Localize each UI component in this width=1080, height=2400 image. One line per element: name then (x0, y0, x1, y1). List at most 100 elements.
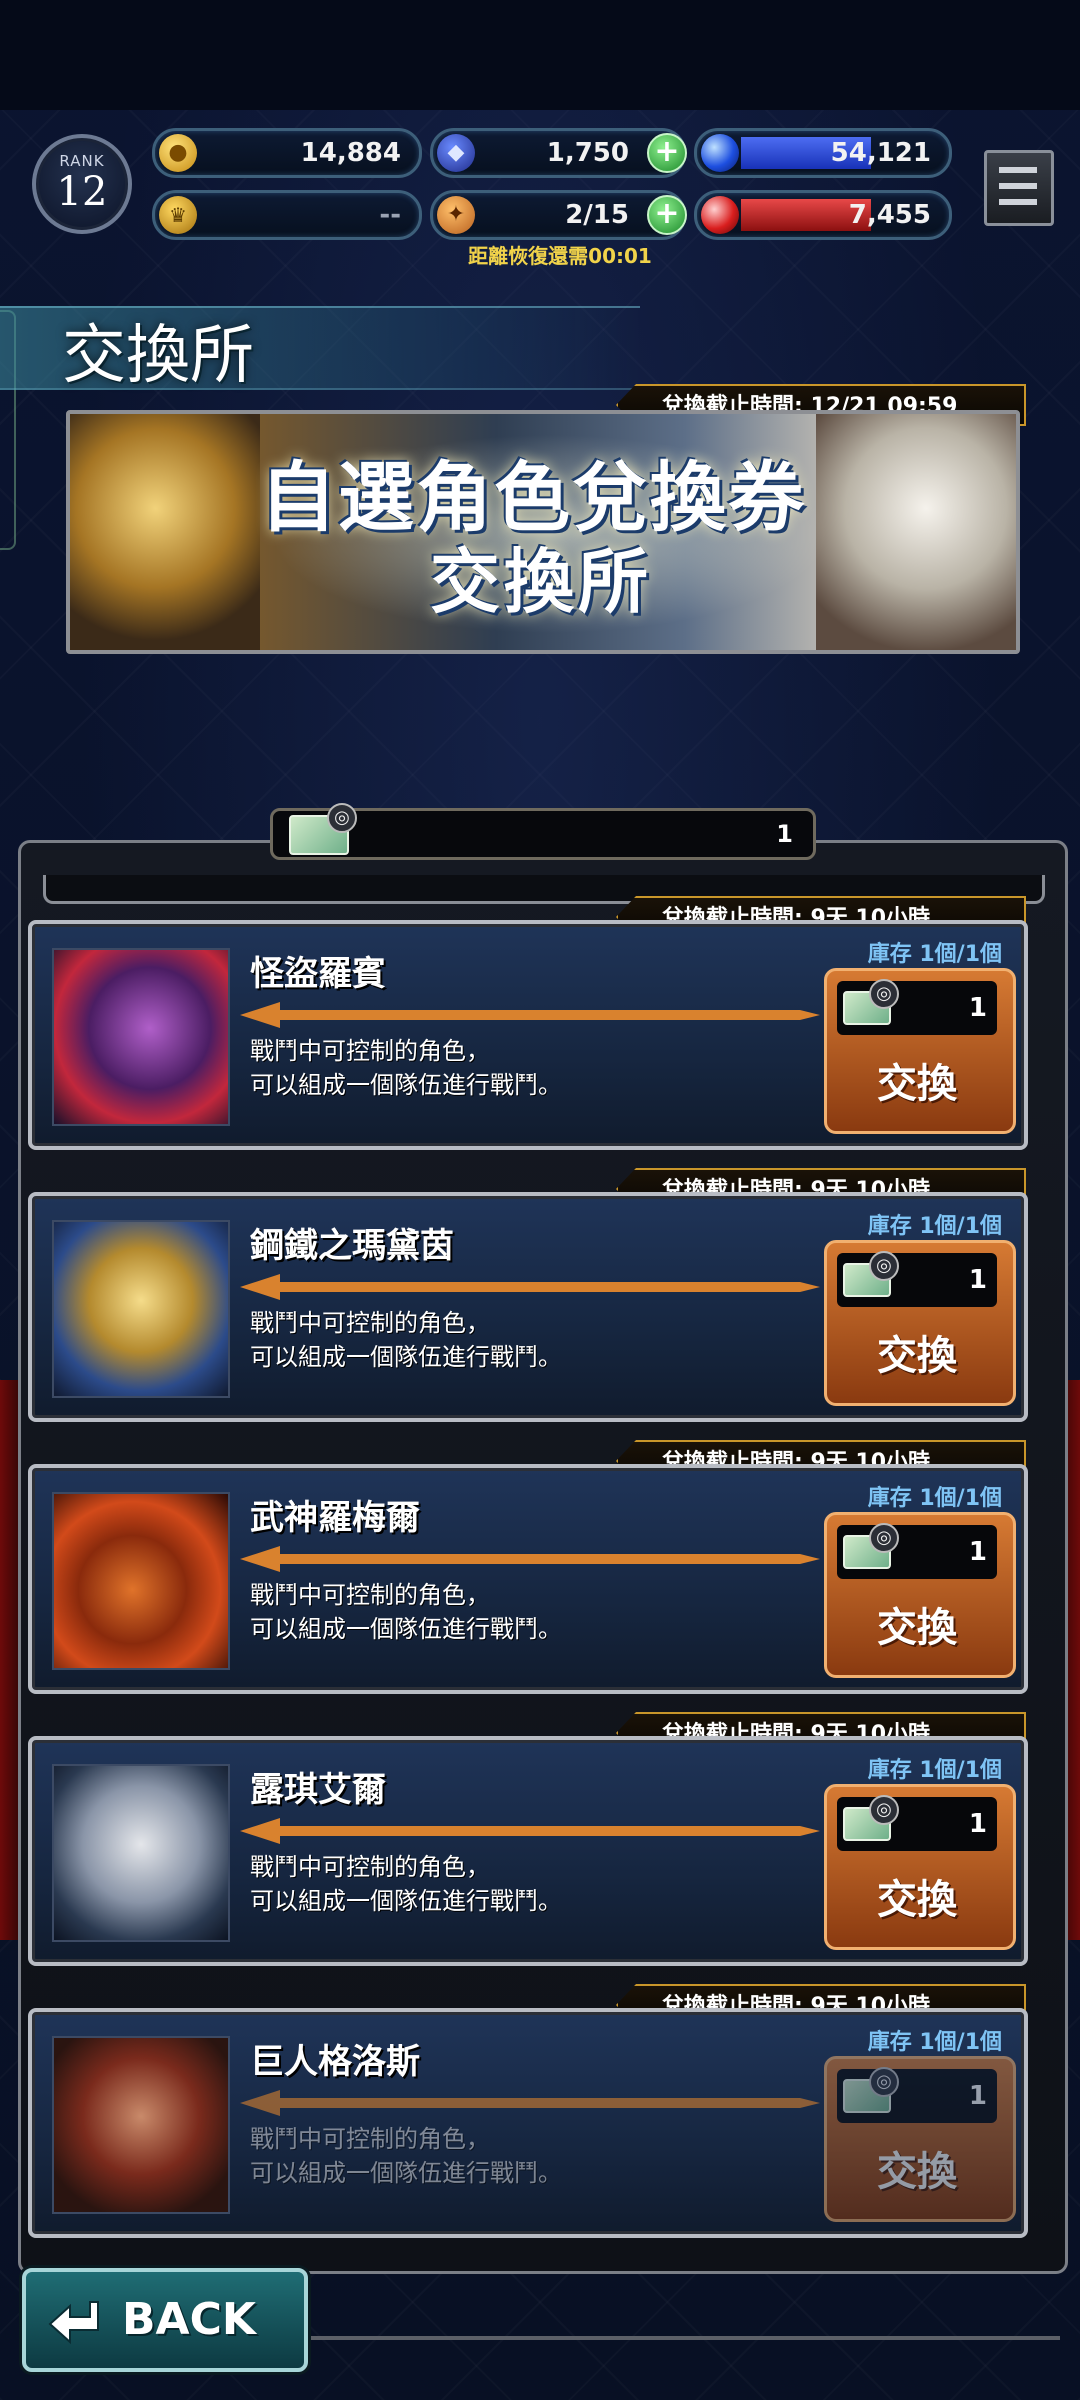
stock-text: 庫存 1個/1個 (867, 2030, 1002, 2055)
description-line: 可以組成一個隊伍進行戰鬥。 (250, 1071, 562, 1099)
back-arrow-icon (48, 2301, 99, 2345)
exchange-cost: 1 (837, 979, 997, 1035)
rank-badge: RANK 12 (32, 134, 132, 234)
description-line: 戰鬥中可控制的角色， (250, 1853, 490, 1881)
character-name: 巨人格洛斯 (250, 2042, 420, 2082)
character-description: 戰鬥中可控制的角色， 可以組成一個隊伍進行戰鬥。 (250, 1850, 562, 1918)
character-portrait[interactable] (52, 1492, 230, 1670)
blue-orb-counter: 54,121 (694, 128, 952, 178)
stock-text: 庫存 1個/1個 (867, 942, 1002, 967)
page-title: 交換所 (62, 319, 254, 393)
ticket-icon (843, 1795, 899, 1841)
exchange-item-card: 巨人格洛斯 戰鬥中可控制的角色， 可以組成一個隊伍進行戰鬥。 庫存 1個/1個 1… (28, 2008, 1028, 2238)
cost-value: 1 (968, 993, 987, 1023)
cost-value: 1 (968, 1265, 987, 1295)
banner-character-left (70, 414, 260, 650)
description-line: 可以組成一個隊伍進行戰鬥。 (250, 1887, 562, 1915)
status-bar-area (0, 0, 1080, 110)
red-orb-counter: 7,455 (694, 190, 952, 240)
cost-value: 1 (968, 1537, 987, 1567)
stamina-value: 2/15 (565, 200, 629, 230)
ticket-counter: 1 (270, 803, 816, 860)
crystal-counter: ◆ 1,750 + (430, 128, 687, 178)
exchange-button[interactable]: 1 交換 (824, 1240, 1016, 1406)
blue-orb-value: 54,121 (830, 138, 931, 168)
character-portrait[interactable] (52, 1220, 230, 1398)
gold-counter: ● 14,884 (152, 128, 422, 178)
exchange-item-card: 鋼鐵之瑪黛茵 戰鬥中可控制的角色， 可以組成一個隊伍進行戰鬥。 庫存 1個/1個 … (28, 1192, 1028, 1422)
ticket-icon (843, 979, 899, 1025)
description-line: 戰鬥中可控制的角色， (250, 1581, 490, 1609)
back-button[interactable]: BACK (22, 2268, 308, 2372)
description-line: 戰鬥中可控制的角色， (250, 2125, 490, 2153)
character-portrait[interactable] (52, 2036, 230, 2214)
exchange-button[interactable]: 1 交換 (824, 1784, 1016, 1950)
event-banner[interactable]: 自選角色兌換券 交換所 (66, 410, 1020, 654)
stamina-recover-timer: 距離恢復還需00:01 (468, 244, 652, 268)
exchange-button-label: 交換 (877, 1605, 957, 1651)
blue-orb-icon (701, 134, 739, 172)
arrow-icon (240, 2090, 820, 2116)
rank-value: 12 (56, 169, 108, 215)
stock-text: 庫存 1個/1個 (867, 1486, 1002, 1511)
add-crystal-button[interactable]: + (647, 133, 687, 173)
exchange-cost: 1 (837, 1251, 997, 1307)
character-portrait[interactable] (52, 948, 230, 1126)
character-description: 戰鬥中可控制的角色， 可以組成一個隊伍進行戰鬥。 (250, 1578, 562, 1646)
trophy-icon: ♛ (159, 196, 197, 234)
ticket-icon (843, 1523, 899, 1569)
crystal-value: 1,750 (546, 138, 629, 168)
exchange-cost: 1 (837, 1795, 997, 1851)
stock-text: 庫存 1個/1個 (867, 1214, 1002, 1239)
character-description: 戰鬥中可控制的角色， 可以組成一個隊伍進行戰鬥。 (250, 1034, 562, 1102)
exchange-item-card: 露琪艾爾 戰鬥中可控制的角色， 可以組成一個隊伍進行戰鬥。 庫存 1個/1個 1 … (28, 1736, 1028, 1966)
exchange-cost: 1 (837, 1523, 997, 1579)
banner-character-right (816, 414, 1016, 650)
ticket-icon (843, 1251, 899, 1297)
description-line: 戰鬥中可控制的角色， (250, 1037, 490, 1065)
exchange-button[interactable]: 1 交換 (824, 1512, 1016, 1678)
character-description: 戰鬥中可控制的角色， 可以組成一個隊伍進行戰鬥。 (250, 1306, 562, 1374)
red-orb-value: 7,455 (848, 200, 931, 230)
menu-icon-line (999, 199, 1037, 205)
cost-value: 1 (968, 1809, 987, 1839)
exchange-button[interactable]: 1 交換 (824, 968, 1016, 1134)
bottom-frame-line (300, 2336, 1060, 2340)
gold-value: 14,884 (300, 138, 401, 168)
exchange-button[interactable]: 1 交換 (824, 2056, 1016, 2222)
arrow-icon (240, 1818, 820, 1844)
character-name: 武神羅梅爾 (250, 1498, 420, 1538)
description-line: 可以組成一個隊伍進行戰鬥。 (250, 2159, 562, 2187)
arrow-icon (240, 1274, 820, 1300)
character-name: 鋼鐵之瑪黛茵 (250, 1226, 454, 1266)
stamina-icon: ✦ (437, 196, 475, 234)
character-name: 露琪艾爾 (250, 1770, 386, 1810)
gold-coin-icon: ● (159, 134, 197, 172)
trophy-value: -- (379, 200, 401, 230)
stamina-counter: ✦ 2/15 + (430, 190, 687, 240)
back-button-label: BACK (122, 2294, 256, 2345)
character-description: 戰鬥中可控制的角色， 可以組成一個隊伍進行戰鬥。 (250, 2122, 562, 2190)
cost-value: 1 (968, 2081, 987, 2111)
ticket-icon (289, 803, 357, 855)
description-line: 可以組成一個隊伍進行戰鬥。 (250, 1615, 562, 1643)
ticket-icon (843, 2067, 899, 2113)
menu-icon-line (999, 183, 1037, 189)
exchange-button-label: 交換 (877, 2149, 957, 2195)
add-stamina-button[interactable]: + (647, 195, 687, 235)
exchange-item-card: 怪盜羅賓 戰鬥中可控制的角色， 可以組成一個隊伍進行戰鬥。 庫存 1個/1個 1 … (28, 920, 1028, 1150)
arrow-icon (240, 1002, 820, 1028)
exchange-button-label: 交換 (877, 1333, 957, 1379)
menu-button[interactable] (984, 150, 1054, 226)
banner-title-line2: 交換所 (430, 541, 652, 623)
exchange-cost: 1 (837, 2067, 997, 2123)
character-portrait[interactable] (52, 1764, 230, 1942)
trophy-counter: ♛ -- (152, 190, 422, 240)
character-name: 怪盜羅賓 (250, 954, 386, 994)
exchange-item-card: 武神羅梅爾 戰鬥中可控制的角色， 可以組成一個隊伍進行戰鬥。 庫存 1個/1個 1… (28, 1464, 1028, 1694)
crystal-icon: ◆ (437, 134, 475, 172)
red-orb-icon (701, 196, 739, 234)
exchange-button-label: 交換 (877, 1061, 957, 1107)
ticket-count: 1 (776, 820, 793, 848)
exchange-button-label: 交換 (877, 1877, 957, 1923)
